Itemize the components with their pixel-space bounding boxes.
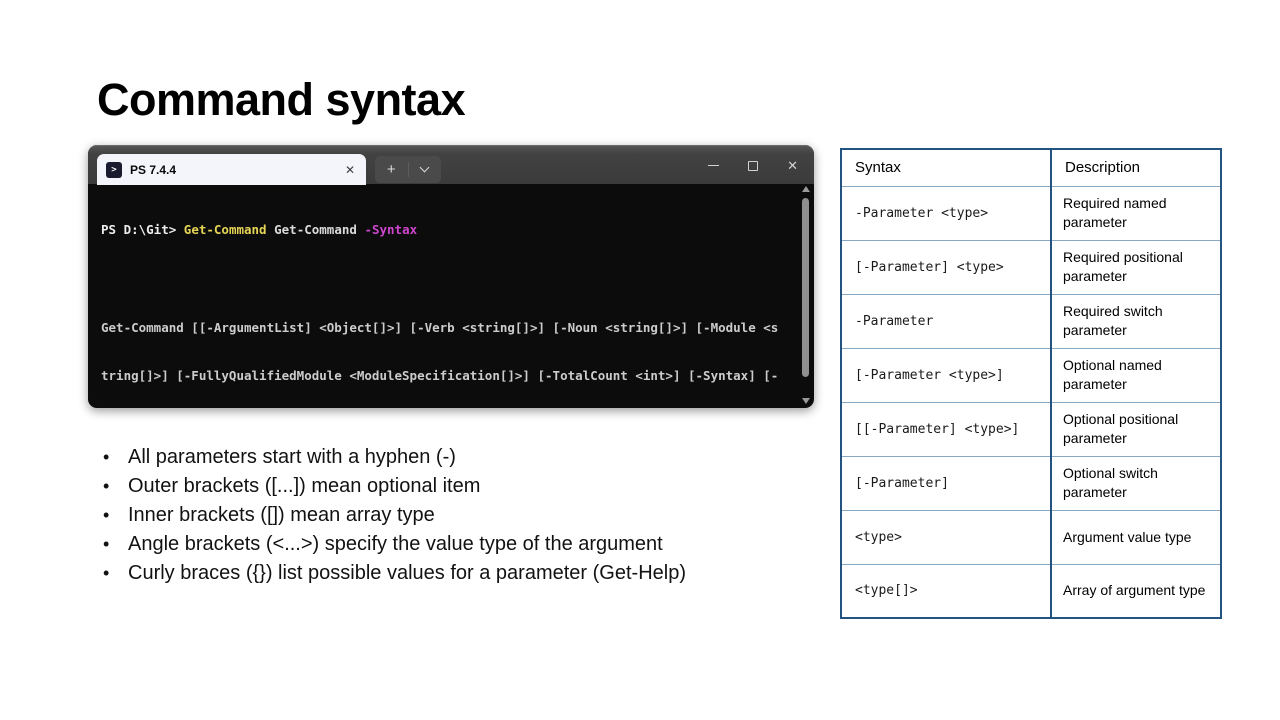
chevron-down-icon [420, 163, 430, 173]
terminal-content: PS D:\Git> Get-Command Get-Command -Synt… [88, 184, 814, 408]
powershell-icon: > [106, 162, 122, 178]
syntax-table: Syntax Description -Parameter <type> Req… [840, 148, 1222, 619]
close-button[interactable]: ✕ [787, 159, 798, 172]
terminal-tab-title: PS 7.4.4 [130, 163, 176, 177]
maximize-button[interactable] [748, 161, 758, 171]
prompt-parameter: -Syntax [364, 222, 417, 237]
new-tab-group: + [375, 156, 441, 183]
scroll-up-icon[interactable] [802, 186, 810, 192]
description-cell: Required named parameter [1051, 186, 1221, 240]
column-header-syntax: Syntax [841, 149, 1051, 186]
table-row: -Parameter Required switch parameter [841, 294, 1221, 348]
description-cell: Optional named parameter [1051, 348, 1221, 402]
terminal-scrollbar[interactable] [800, 186, 812, 404]
table-row: <type[]> Array of argument type [841, 564, 1221, 618]
table-row: [-Parameter] <type> Required positional … [841, 240, 1221, 294]
window-controls: ✕ [708, 146, 798, 185]
table-row: -Parameter <type> Required named paramet… [841, 186, 1221, 240]
description-cell: Required positional parameter [1051, 240, 1221, 294]
table-row: <type> Argument value type [841, 510, 1221, 564]
presentation-slide: Command syntax > PS 7.4.4 ✕ + ✕ PS D:\Gi… [0, 0, 1280, 720]
syntax-cell: [-Parameter] <type> [841, 240, 1051, 294]
description-cell: Optional switch parameter [1051, 456, 1221, 510]
new-tab-button[interactable]: + [375, 156, 408, 183]
terminal-window: > PS 7.4.4 ✕ + ✕ PS D:\Git> Get-Command … [88, 145, 814, 408]
terminal-tab[interactable]: > PS 7.4.4 ✕ [97, 154, 366, 185]
syntax-cell: <type> [841, 510, 1051, 564]
terminal-titlebar: > PS 7.4.4 ✕ + ✕ [88, 145, 814, 184]
bullet-item: Inner brackets ([]) mean array type [97, 501, 817, 530]
syntax-cell: [-Parameter <type>] [841, 348, 1051, 402]
description-cell: Required switch parameter [1051, 294, 1221, 348]
prompt-command: Get-Command [184, 222, 267, 237]
output-line: tring[]>] [-FullyQualifiedModule <Module… [101, 368, 801, 384]
tab-dropdown-button[interactable] [409, 168, 442, 171]
table-row: [-Parameter <type>] Optional named param… [841, 348, 1221, 402]
prompt-argument: Get-Command [267, 222, 365, 237]
bullet-item: Curly braces ({}) list possible values f… [97, 559, 817, 588]
description-cell: Argument value type [1051, 510, 1221, 564]
slide-title: Command syntax [97, 74, 465, 126]
syntax-cell: -Parameter [841, 294, 1051, 348]
bullet-list: All parameters start with a hyphen (-) O… [97, 443, 817, 588]
table-row: [[-Parameter] <type>] Optional positiona… [841, 402, 1221, 456]
prompt-path: PS D:\Git> [101, 222, 184, 237]
table-row: [-Parameter] Optional switch parameter [841, 456, 1221, 510]
bullet-item: All parameters start with a hyphen (-) [97, 443, 817, 472]
description-cell: Array of argument type [1051, 564, 1221, 618]
minimize-button[interactable] [708, 165, 719, 166]
description-cell: Optional positional parameter [1051, 402, 1221, 456]
scrollbar-thumb[interactable] [802, 198, 809, 377]
output-line: Get-Command [[-ArgumentList] <Object[]>]… [101, 320, 801, 336]
scroll-down-icon[interactable] [802, 398, 810, 404]
tab-close-icon[interactable]: ✕ [345, 163, 355, 177]
syntax-cell: [[-Parameter] <type>] [841, 402, 1051, 456]
prompt-line: PS D:\Git> Get-Command Get-Command -Synt… [101, 222, 801, 238]
syntax-cell: [-Parameter] [841, 456, 1051, 510]
syntax-cell: <type[]> [841, 564, 1051, 618]
column-header-description: Description [1051, 149, 1221, 186]
bullet-item: Outer brackets ([...]) mean optional ite… [97, 472, 817, 501]
table-header-row: Syntax Description [841, 149, 1221, 186]
syntax-cell: -Parameter <type> [841, 186, 1051, 240]
bullet-item: Angle brackets (<...>) specify the value… [97, 530, 817, 559]
